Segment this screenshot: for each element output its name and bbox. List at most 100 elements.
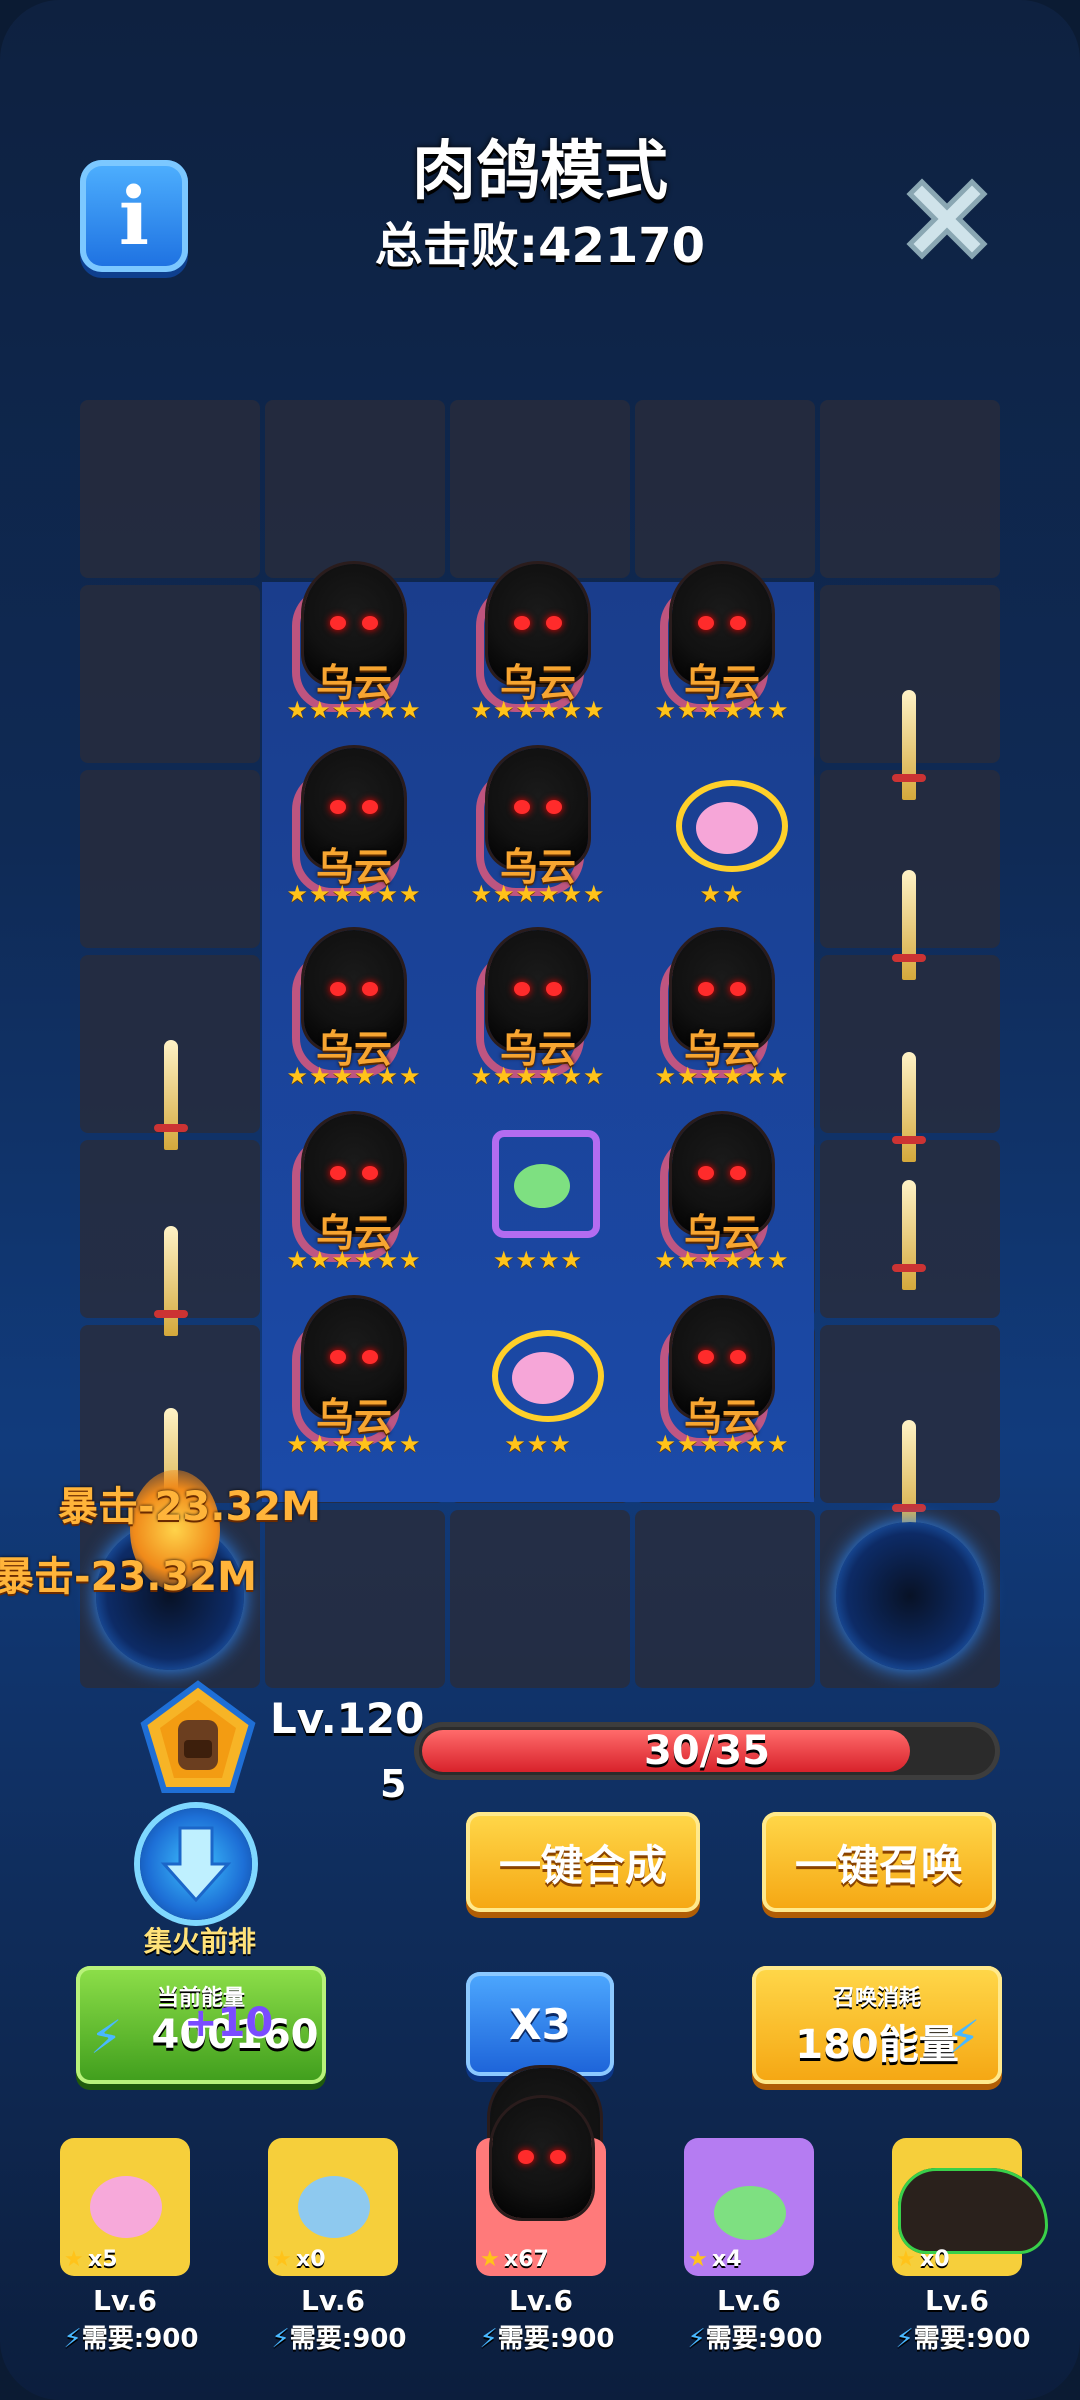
card-upgrade-cost: 需要:900 [497, 2324, 615, 2354]
unit-pink-slime[interactable]: ★★★ [446, 1290, 630, 1474]
unit-card[interactable]: ★ x4 [684, 2138, 814, 2276]
unit-reaper[interactable]: 乌云 ★★★★★★ [262, 556, 446, 740]
lightning-icon: ⚡ [63, 2324, 82, 2354]
lightning-icon: ⚡ [895, 2324, 914, 2354]
blue-slime-icon [298, 2176, 370, 2238]
pink-slime-icon [90, 2176, 162, 2238]
auto-summon-button[interactable]: 一键召唤 [762, 1812, 996, 1912]
focus-front-label: 集火前排 [143, 1925, 256, 1958]
unit-card[interactable]: ★ x5 [60, 2138, 190, 2276]
unit-stars: ★★★ [504, 1430, 572, 1458]
level-sub: 5 [380, 1762, 407, 1806]
lightning-icon: ⚡ [479, 2324, 498, 2354]
damage-text: 暴击-23.32M [58, 1484, 321, 1530]
unit-stars: ★★★★★★ [286, 880, 422, 908]
card-upgrade-row: ⚡需要:900 [46, 2318, 216, 2355]
green-slime-icon [714, 2186, 786, 2240]
card-count: x0 [920, 2247, 950, 2272]
unit-reaper[interactable]: 乌云 ★★★★★★ [630, 922, 814, 1106]
unit-stars: ★★★★★★ [654, 1246, 790, 1274]
unit-stars: ★★★★★★ [654, 1062, 790, 1090]
lightning-icon: ⚡ [90, 2010, 123, 2064]
arrow-down-icon [160, 1826, 232, 1903]
sword-projectile [892, 1180, 926, 1290]
unit-stars: ★★★★★★ [654, 696, 790, 724]
card-upgrade-cost: 需要:900 [913, 2324, 1031, 2354]
card-count: x5 [88, 2247, 118, 2272]
unit-card[interactable]: ★ x0 [268, 2138, 398, 2276]
boar-icon [898, 2168, 1048, 2254]
unit-stars: ★★ [699, 880, 745, 908]
pink-slime-icon [512, 1352, 574, 1404]
unit-green-slime[interactable]: ★★★★ [446, 1106, 630, 1290]
wave-progress-bar: 30/35 [414, 1722, 1000, 1780]
sword-projectile [892, 1420, 926, 1530]
green-slime-icon [514, 1164, 570, 1208]
unit-reaper[interactable]: 乌云 ★★★★★★ [446, 740, 630, 924]
unit-reaper[interactable]: 乌云 ★★★★★★ [262, 922, 446, 1106]
player-level: Lv.120 [270, 1694, 425, 1743]
card-level: Lv.6 [93, 2284, 157, 2317]
energy-gain: +10 [184, 2000, 274, 2046]
enemy-portal-right [836, 1522, 984, 1670]
auto-merge-button[interactable]: 一键合成 [466, 1812, 700, 1912]
star-icon: ★ [272, 2247, 292, 2272]
unit-reaper[interactable]: 乌云 ★★★★★★ [262, 1106, 446, 1290]
unit-stars: ★★★★ [492, 1246, 584, 1274]
damage-text: 暴击-23.32M [0, 1554, 257, 1600]
card-upgrade-cost: 需要:900 [289, 2324, 407, 2354]
card-upgrade-cost: 需要:900 [705, 2324, 823, 2354]
card-level: Lv.6 [301, 2284, 365, 2317]
unit-stars: ★★★★★★ [286, 1246, 422, 1274]
sword-projectile [892, 870, 926, 980]
unit-reaper[interactable]: 乌云 ★★★★★★ [630, 1290, 814, 1474]
card-upgrade-row: ⚡需要:900 [670, 2318, 840, 2355]
unit-stars: ★★★★★★ [470, 696, 606, 724]
sword-projectile [154, 1226, 188, 1336]
summon-cost-value: 180能量 [795, 2022, 959, 2068]
game-screen: i 肉鸽模式 总击败:42170 乌云 ★★★★★★ 乌云 ★★★★★★ 乌云 ★★★★★… [0, 0, 1080, 2400]
unit-reaper[interactable]: 乌云 ★★★★★★ [446, 556, 630, 740]
card-level: Lv.6 [717, 2284, 781, 2317]
player-level-badge [140, 1680, 256, 1796]
star-icon: ★ [480, 2247, 500, 2272]
unit-reaper[interactable]: 乌云 ★★★★★★ [262, 740, 446, 924]
unit-reaper[interactable]: 乌云 ★★★★★★ [630, 1106, 814, 1290]
sword-projectile [892, 1052, 926, 1162]
unit-card[interactable]: ★ x0 [892, 2138, 1048, 2276]
unit-reaper[interactable]: 乌云 ★★★★★★ [262, 1290, 446, 1474]
unit-card[interactable]: ★ x67 [476, 2098, 606, 2276]
sword-projectile [154, 1040, 188, 1150]
card-upgrade-cost: 需要:900 [81, 2324, 199, 2354]
card-level: Lv.6 [925, 2284, 989, 2317]
unit-pink-slime[interactable]: ★★ [630, 740, 814, 924]
summon-cost-label: 召唤消耗 [832, 1986, 921, 2011]
star-icon: ★ [896, 2247, 916, 2272]
focus-front-button[interactable] [140, 1808, 252, 1920]
backpack-icon [140, 1680, 256, 1793]
unit-stars: ★★★★★★ [654, 1430, 790, 1458]
pink-slime-icon [696, 802, 758, 854]
card-upgrade-row: ⚡需要:900 [462, 2318, 632, 2355]
sword-projectile [892, 690, 926, 800]
star-icon: ★ [64, 2247, 84, 2272]
summon-cost-panel[interactable]: 召唤消耗 180能量 ⚡ [752, 1966, 1002, 2084]
card-count: x0 [296, 2247, 326, 2272]
unit-reaper[interactable]: 乌云 ★★★★★★ [630, 556, 814, 740]
energy-panel: 当前能量 400160 ⚡ +10 [76, 1966, 326, 2084]
unit-stars: ★★★★★★ [286, 1062, 422, 1090]
unit-stars: ★★★★★★ [470, 1062, 606, 1090]
lightning-icon: ⚡ [271, 2324, 290, 2354]
unit-stars: ★★★★★★ [286, 696, 422, 724]
wave-progress-text: 30/35 [644, 1728, 770, 1774]
reaper-icon [492, 2098, 592, 2218]
card-upgrade-row: ⚡需要:900 [254, 2318, 424, 2355]
lightning-icon: ⚡ [687, 2324, 706, 2354]
unit-stars: ★★★★★★ [470, 880, 606, 908]
card-level: Lv.6 [509, 2284, 573, 2317]
lightning-icon: ⚡ [948, 2010, 981, 2064]
star-icon: ★ [688, 2247, 708, 2272]
unit-stars: ★★★★★★ [286, 1430, 422, 1458]
unit-reaper[interactable]: 乌云 ★★★★★★ [446, 922, 630, 1106]
card-count: x67 [504, 2247, 549, 2272]
